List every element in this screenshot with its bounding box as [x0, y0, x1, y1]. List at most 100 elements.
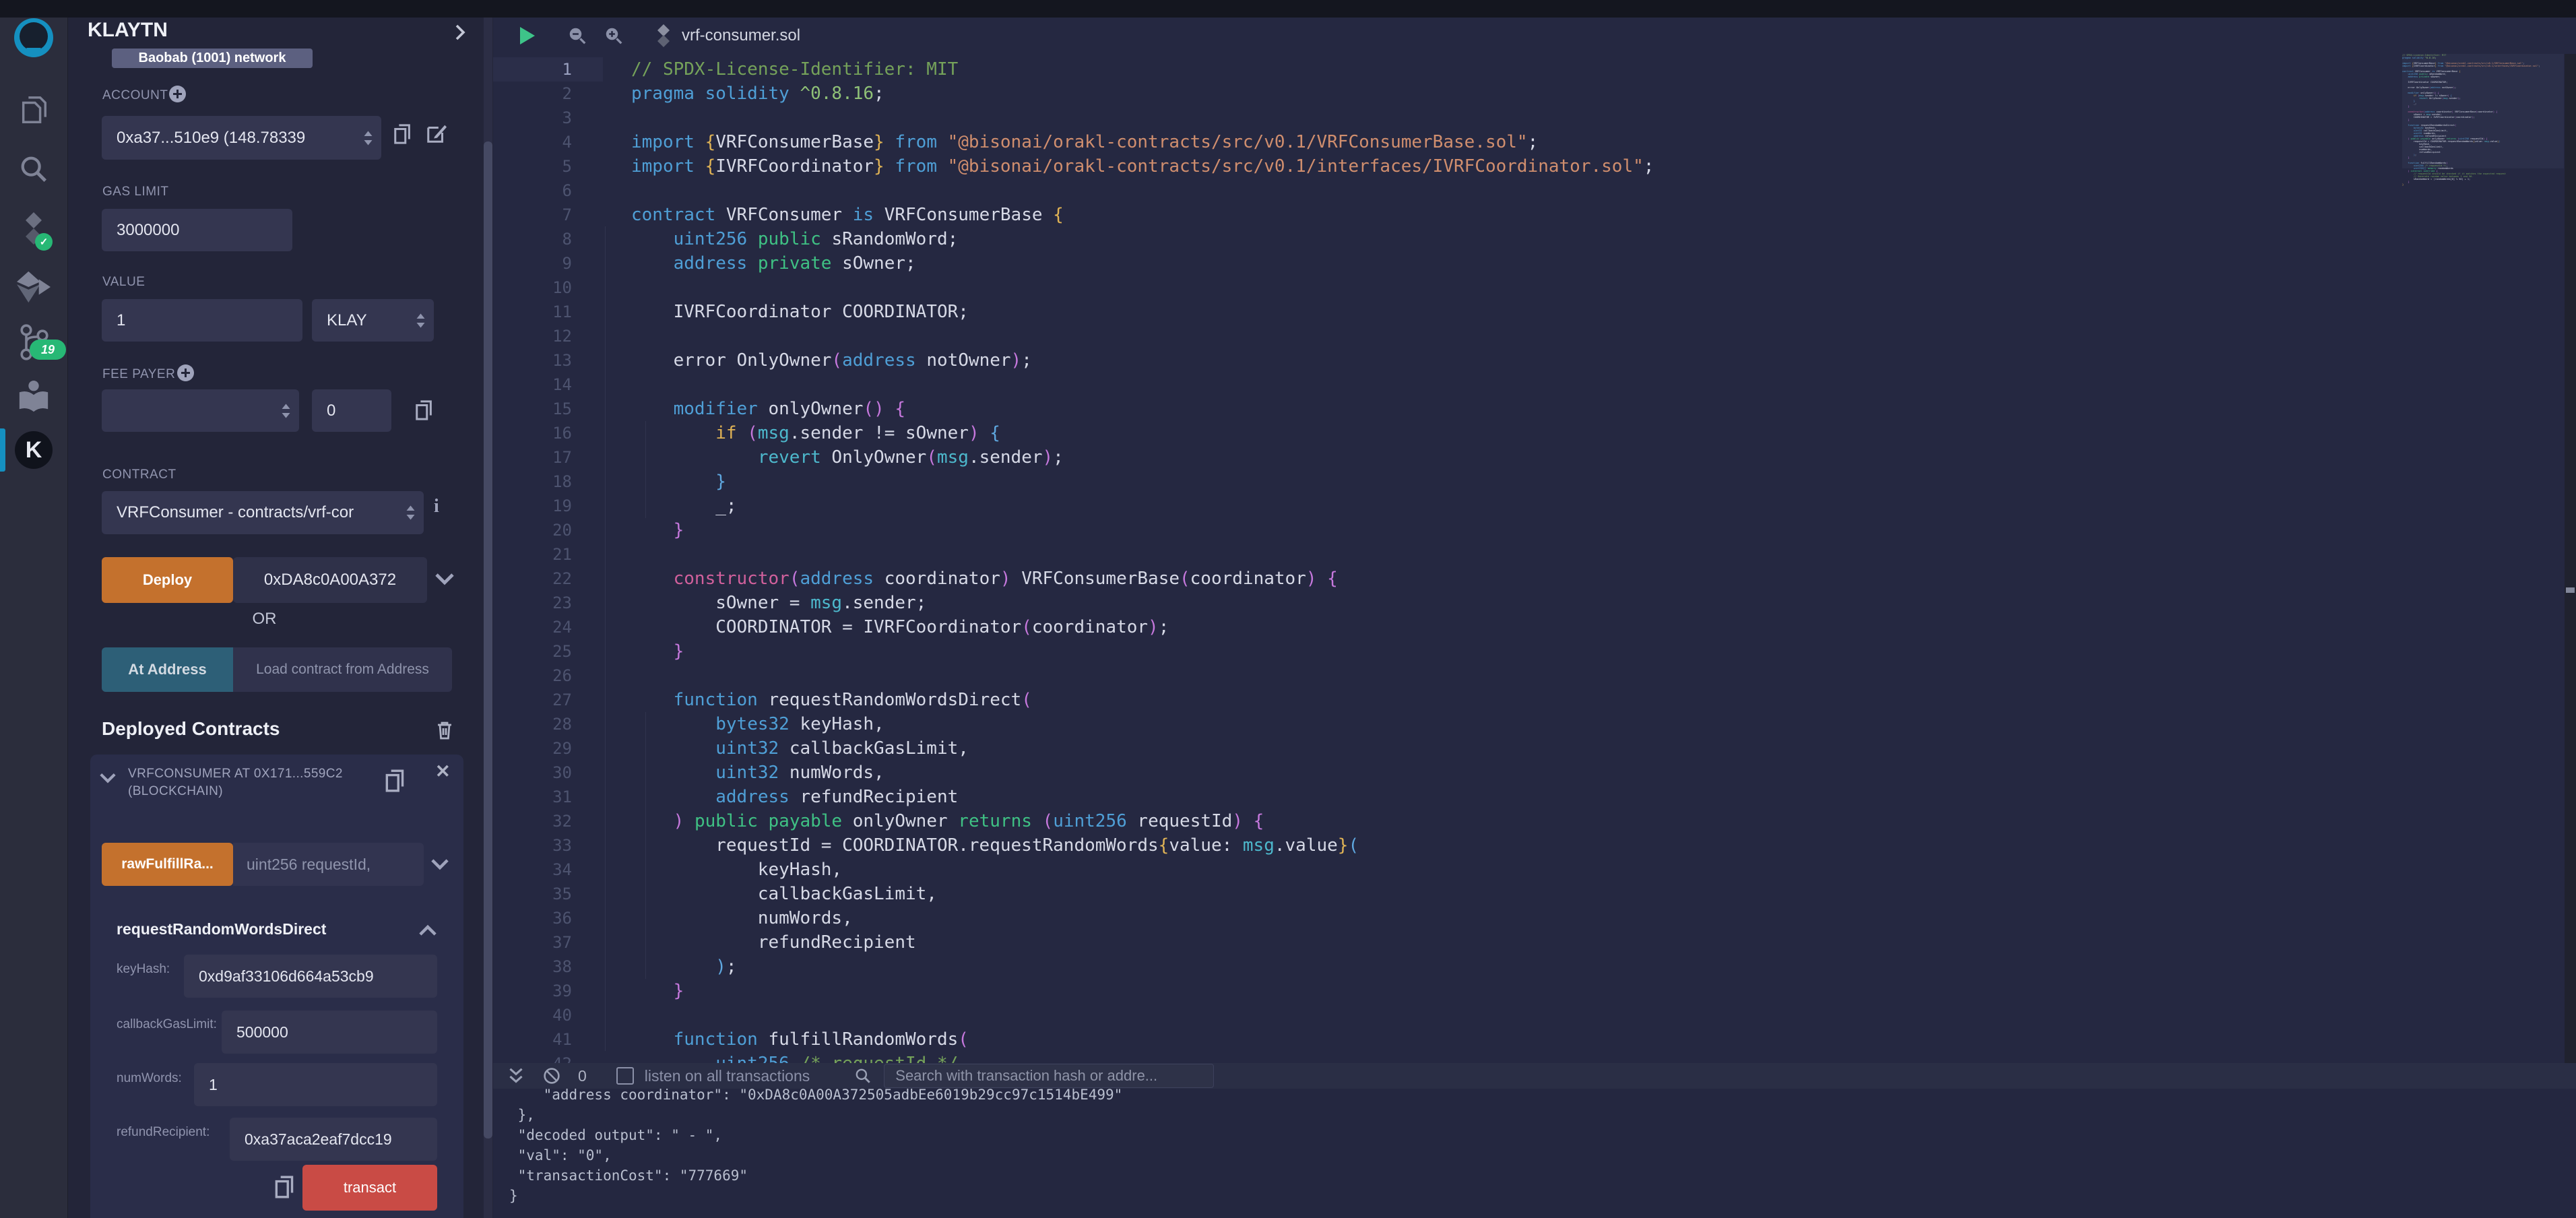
window-top-strip — [0, 0, 2576, 18]
klaytn-logo — [14, 18, 53, 57]
run-script-icon[interactable] — [520, 27, 535, 44]
terminal-line: "val": "0", — [493, 1145, 2576, 1165]
panel-scrollbar[interactable] — [484, 18, 492, 1218]
param-label: keyHash: — [117, 962, 170, 977]
code-line: 40 — [493, 1003, 2576, 1027]
terminal-line: "address coordinator": "0xDA8c0A00A37250… — [493, 1089, 2576, 1105]
fee-payer-amount-input[interactable]: 0 — [312, 389, 391, 432]
deploy-button[interactable]: Deploy — [102, 557, 233, 603]
contract-instance-title: VRFCONSUMER AT 0X171...559C2 (BLOCKCHAIN… — [128, 765, 379, 800]
raw-fulfill-args-input[interactable]: uint256 requestId, — [233, 843, 424, 886]
copy-args-icon[interactable] — [273, 1174, 296, 1200]
pending-tx-count: 0 — [578, 1067, 587, 1085]
code-line: 36 numWords, — [493, 906, 2576, 930]
fee-payer-select[interactable] — [102, 389, 299, 432]
num-words-input[interactable]: 1 — [194, 1063, 437, 1106]
panel-scrollbar-thumb[interactable] — [484, 141, 492, 1139]
or-label: OR — [102, 610, 427, 629]
deployed-contracts-heading: Deployed Contracts — [102, 718, 280, 740]
terminal-line: }, — [493, 1105, 2576, 1125]
param-label: numWords: — [117, 1071, 182, 1086]
code-line: 35 callbackGasLimit, — [493, 882, 2576, 906]
function-name: requestRandomWordsDirect — [117, 920, 326, 938]
klaytn-k-icon: K — [15, 431, 53, 469]
code-line: 20 } — [493, 518, 2576, 542]
tab-filename[interactable]: vrf-consumer.sol — [682, 26, 800, 45]
stepper-icon — [416, 312, 426, 329]
at-address-button[interactable]: At Address — [102, 647, 233, 692]
gas-limit-label: GAS LIMIT — [102, 185, 168, 199]
code-line: 41 function fulfillRandomWords( — [493, 1027, 2576, 1052]
collapse-contract-icon[interactable] — [100, 772, 116, 783]
add-fee-payer-icon[interactable] — [176, 364, 195, 382]
contract-select[interactable]: VRFConsumer - contracts/vrf-cor — [102, 491, 424, 534]
callback-gas-limit-input[interactable]: 500000 — [222, 1011, 437, 1054]
klaytn-plugin-icon[interactable]: K — [0, 430, 67, 470]
terminal-search-input[interactable]: Search with transaction hash or addre... — [884, 1064, 1214, 1088]
value-input[interactable]: 1 — [102, 299, 302, 342]
at-address-input[interactable]: Load contract from Address — [233, 647, 452, 692]
active-plugin-indicator — [0, 428, 5, 472]
minimap-slider[interactable] — [2402, 54, 2564, 168]
copy-contract-address-icon[interactable] — [384, 768, 407, 794]
value-label: VALUE — [102, 275, 145, 290]
search-icon[interactable] — [0, 152, 67, 186]
listen-all-checkbox[interactable] — [616, 1067, 634, 1085]
remix-klaytn-ide: ✓ 19 K KLAYTN Baobab (1001) network ACCO… — [0, 0, 2576, 1218]
activity-rail: ✓ 19 K — [0, 0, 68, 1218]
indent-guide — [645, 712, 646, 979]
solidity-compiler-icon[interactable]: ✓ — [0, 207, 67, 252]
zoom-out-icon[interactable] — [567, 26, 587, 46]
git-icon[interactable]: 19 — [0, 321, 67, 365]
code-editor[interactable]: 1// SPDX-License-Identifier: MIT2pragma … — [493, 54, 2576, 1063]
deploy-expand-icon[interactable] — [435, 572, 454, 585]
param-label: refundRecipient: — [117, 1125, 210, 1140]
code-line: 24 COORDINATOR = IVRFCoordinator(coordin… — [493, 615, 2576, 639]
account-label: ACCOUNT — [102, 88, 168, 103]
raw-fulfill-button[interactable]: rawFulfillRa... — [102, 843, 233, 886]
terminal-line: "decoded output": " - ", — [493, 1125, 2576, 1145]
editor-scrollbar[interactable] — [2565, 54, 2576, 1063]
deploy-run-icon[interactable] — [0, 268, 67, 306]
keyhash-input[interactable]: 0xd9af33106d664a53cb9 — [184, 955, 437, 998]
code-line: 2pragma solidity ^0.8.16; — [493, 82, 2576, 106]
terminal-output[interactable]: "address coordinator": "0xDA8c0A00A37250… — [493, 1089, 2576, 1218]
code-line: 7contract VRFConsumer is VRFConsumerBase… — [493, 203, 2576, 227]
file-explorer-icon[interactable] — [0, 93, 67, 128]
learn-icon[interactable] — [0, 377, 67, 416]
copy-account-icon[interactable] — [393, 123, 413, 146]
zoom-in-icon[interactable] — [604, 26, 624, 46]
code-line: 26 — [493, 664, 2576, 688]
code-line: 32 ) public payable onlyOwner returns (u… — [493, 809, 2576, 833]
terminal-line: } — [493, 1186, 2576, 1206]
add-account-icon[interactable] — [168, 85, 187, 103]
copy-fee-payer-icon[interactable] — [414, 399, 434, 422]
deploy-address-input[interactable]: 0xDA8c0A00A372 — [233, 557, 427, 603]
edit-account-icon[interactable] — [426, 123, 447, 144]
klaytn-plugin-panel: KLAYTN Baobab (1001) network ACCOUNT 0xa… — [67, 0, 493, 1218]
code-line: 3 — [493, 106, 2576, 130]
value-unit-select[interactable]: KLAY — [312, 299, 434, 342]
clear-console-icon[interactable] — [543, 1067, 560, 1085]
expand-terminal-icon[interactable] — [508, 1067, 524, 1085]
stepper-icon — [406, 504, 416, 521]
code-line: 4import {VRFConsumerBase} from "@bisonai… — [493, 130, 2576, 154]
terminal-bar: 0 listen on all transactions Search with… — [493, 1063, 2576, 1089]
code-line: 15 modifier onlyOwner() { — [493, 397, 2576, 421]
contract-info-icon[interactable]: i — [434, 496, 439, 517]
panel-collapse-icon[interactable] — [453, 24, 468, 40]
remove-contract-icon[interactable]: ✕ — [435, 761, 451, 782]
clear-deployed-icon[interactable] — [435, 719, 454, 741]
editor-scrollbar-thumb[interactable] — [2566, 587, 2575, 593]
terminal-search-icon — [854, 1067, 872, 1085]
gas-limit-input[interactable]: 3000000 — [102, 209, 292, 251]
klaytn-logo-icon[interactable] — [0, 16, 67, 59]
raw-expand-icon[interactable] — [431, 858, 449, 870]
fn-collapse-icon[interactable] — [419, 924, 437, 937]
indent-guide — [605, 226, 606, 1051]
transact-button[interactable]: transact — [302, 1165, 437, 1211]
account-select[interactable]: 0xa37...510e9 (148.78339 — [102, 116, 381, 160]
editor-action-bar: vrf-consumer.sol — [493, 18, 2576, 54]
code-line: 27 function requestRandomWordsDirect( — [493, 688, 2576, 712]
refund-recipient-input[interactable]: 0xa37aca2eaf7dcc19 — [230, 1118, 437, 1161]
